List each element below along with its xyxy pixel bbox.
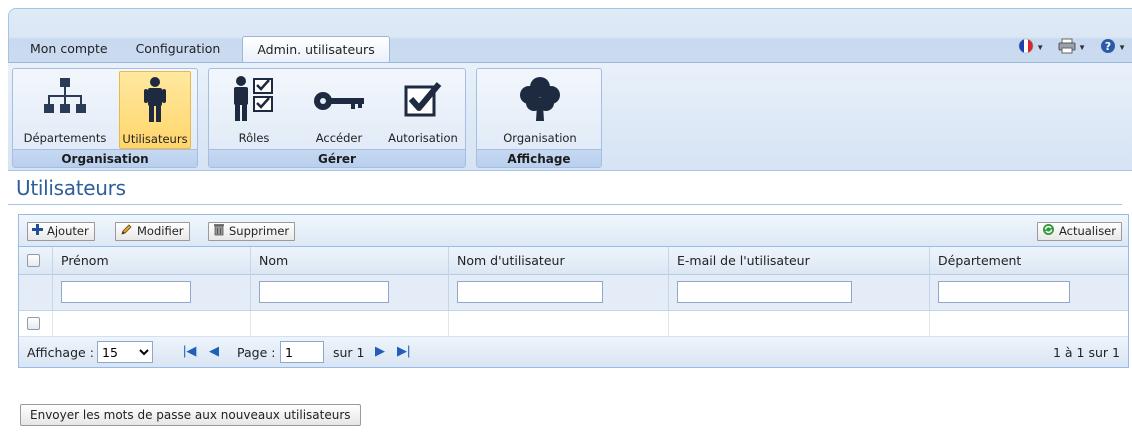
- grid-header-row: Prénom Nom Nom d'utilisateur E-mail de l…: [19, 247, 1128, 275]
- org-chart-icon: [19, 75, 111, 121]
- group-title-gerer: Gérer: [209, 149, 465, 167]
- tab-configuration[interactable]: Configuration: [122, 36, 235, 62]
- pager-summary: 1 à 1 sur 1: [1053, 345, 1120, 360]
- cell-username: [449, 311, 669, 337]
- cell-prenom: [53, 311, 251, 337]
- tab-mon-compte[interactable]: Mon compte: [16, 36, 122, 62]
- select-all-checkbox[interactable]: [27, 254, 40, 267]
- printer-icon: [1058, 38, 1076, 57]
- grid-pager: Affichage : 15 |◀ ◀ Page : sur 1 ▶ ▶| 1 …: [19, 337, 1128, 367]
- ribbon-group-organisation: Départements Utilisateurs Organisation: [12, 68, 198, 168]
- top-right-tools: ▼ ▼ ? ▼: [1018, 38, 1126, 57]
- departements-button[interactable]: Départements: [19, 71, 111, 149]
- column-header-departement[interactable]: Département: [930, 247, 1128, 275]
- checkbox-checked-icon: [383, 75, 463, 123]
- ribbon-group-gerer: Rôles Accéder Autorisation Gérer: [208, 68, 466, 168]
- last-page-icon[interactable]: ▶|: [397, 343, 410, 359]
- cell-email: [669, 311, 930, 337]
- add-label: Ajouter: [47, 224, 89, 238]
- svg-text:?: ?: [1105, 40, 1111, 53]
- column-header-prenom[interactable]: Prénom: [53, 247, 251, 275]
- pencil-icon: [120, 223, 133, 241]
- acceder-button[interactable]: Accéder: [301, 71, 377, 149]
- column-header-nom[interactable]: Nom: [251, 247, 449, 275]
- departements-label: Départements: [23, 131, 107, 145]
- refresh-icon: [1042, 223, 1055, 241]
- column-header-email[interactable]: E-mail de l'utilisateur: [669, 247, 930, 275]
- row-select-cell: [19, 311, 53, 337]
- tab-admin-utilisateurs[interactable]: Admin. utilisateurs: [242, 36, 390, 62]
- plus-icon: [32, 223, 43, 240]
- page-title: Utilisateurs: [16, 176, 126, 200]
- group-title-organisation: Organisation: [13, 149, 197, 167]
- autorisation-button[interactable]: Autorisation: [383, 71, 463, 149]
- table-row[interactable]: [19, 311, 1128, 337]
- acceder-label: Accéder: [315, 131, 363, 145]
- filter-cell-nom: [251, 275, 449, 311]
- refresh-label: Actualiser: [1058, 224, 1116, 238]
- add-button[interactable]: Ajouter: [27, 222, 95, 241]
- page-label: Page :: [237, 345, 276, 360]
- user-icon: [120, 76, 190, 124]
- language-selector[interactable]: ▼: [1018, 38, 1044, 57]
- prev-page-icon[interactable]: ◀: [209, 343, 219, 359]
- delete-label: Supprimer: [229, 224, 290, 238]
- users-grid: Ajouter Modifier Supprimer Actualiser Pr…: [18, 214, 1129, 368]
- send-passwords-button[interactable]: Envoyer les mots de passe aux nouveaux u…: [20, 404, 361, 426]
- utilisateurs-button[interactable]: Utilisateurs: [119, 71, 191, 149]
- grid-toolbar: Ajouter Modifier Supprimer Actualiser: [19, 215, 1128, 247]
- next-page-icon[interactable]: ▶: [375, 343, 385, 359]
- edit-button[interactable]: Modifier: [115, 222, 190, 241]
- organisation-view-label: Organisation: [503, 131, 577, 145]
- ribbon-tabs: Mon compte Configuration Admin. utilisat…: [16, 36, 390, 62]
- column-header-username[interactable]: Nom d'utilisateur: [449, 247, 669, 275]
- roles-icon: [217, 75, 291, 123]
- cell-nom: [251, 311, 449, 337]
- page-size-label: Affichage :: [27, 345, 94, 360]
- grid-filter-row: [19, 275, 1128, 311]
- flag-fr-icon: [1018, 38, 1034, 57]
- filter-spacer: [19, 275, 53, 311]
- first-page-icon[interactable]: |◀: [183, 343, 196, 359]
- filter-prenom-input[interactable]: [61, 281, 191, 303]
- row-checkbox[interactable]: [27, 317, 40, 330]
- filter-cell-departement: [930, 275, 1128, 311]
- filter-cell-email: [669, 275, 930, 311]
- cell-departement: [930, 311, 1128, 337]
- group-title-affichage: Affichage: [477, 149, 601, 167]
- autorisation-label: Autorisation: [388, 131, 458, 145]
- organisation-view-button[interactable]: Organisation: [485, 71, 595, 149]
- page-size-select[interactable]: 15: [97, 341, 153, 363]
- page-count-label: sur 1: [333, 345, 365, 360]
- filter-cell-prenom: [53, 275, 251, 311]
- select-all-cell: [19, 247, 53, 275]
- chevron-down-icon: ▼: [1036, 43, 1045, 52]
- tree-icon: [485, 75, 595, 123]
- trash-icon: [213, 223, 225, 241]
- filter-nom-input[interactable]: [259, 281, 389, 303]
- delete-button[interactable]: Supprimer: [208, 222, 296, 241]
- refresh-button[interactable]: Actualiser: [1036, 222, 1122, 241]
- roles-button[interactable]: Rôles: [217, 71, 291, 149]
- edit-label: Modifier: [137, 224, 184, 238]
- chevron-down-icon: ▼: [1078, 43, 1087, 52]
- ribbon-group-affichage: Organisation Affichage: [476, 68, 602, 168]
- filter-departement-input[interactable]: [938, 281, 1070, 303]
- chevron-down-icon: ▼: [1118, 43, 1126, 52]
- utilisateurs-label: Utilisateurs: [122, 132, 188, 146]
- help-menu[interactable]: ? ▼: [1100, 38, 1126, 57]
- filter-username-input[interactable]: [457, 281, 603, 303]
- help-icon: ?: [1100, 38, 1116, 57]
- print-menu[interactable]: ▼: [1058, 38, 1086, 57]
- filter-email-input[interactable]: [677, 281, 852, 303]
- key-icon: [301, 75, 377, 123]
- filter-cell-username: [449, 275, 669, 311]
- roles-label: Rôles: [238, 131, 270, 145]
- title-divider: [8, 204, 1122, 205]
- page-number-input[interactable]: [280, 341, 324, 363]
